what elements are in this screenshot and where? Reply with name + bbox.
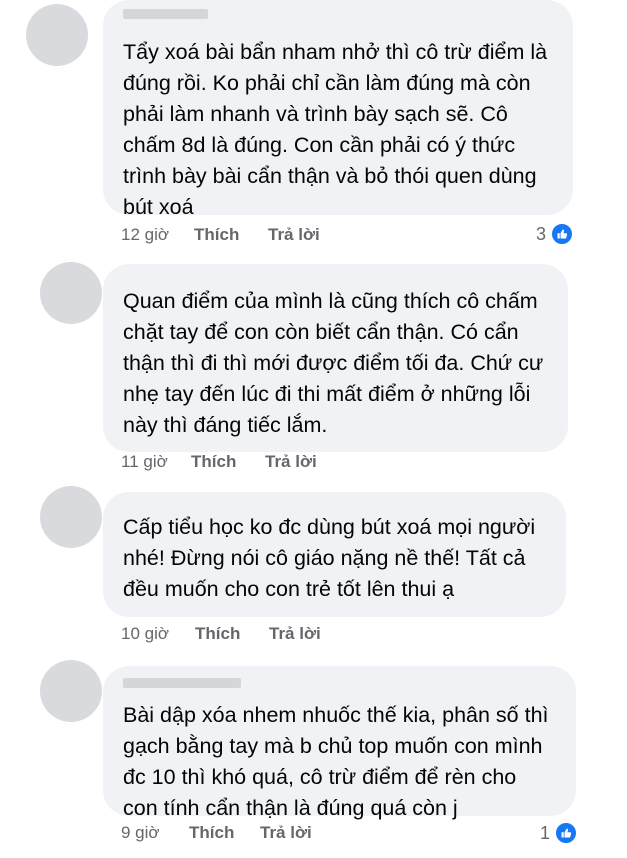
- comment-bubble: Cấp tiểu học ko đc dùng bút xoá mọi ngườ…: [103, 492, 566, 617]
- comment-1: Tẩy xoá bài bẩn nham nhở thì cô trừ điểm…: [0, 0, 627, 250]
- comment-time[interactable]: 9 giờ: [121, 823, 160, 843]
- comment-time[interactable]: 12 giờ: [121, 225, 169, 245]
- author-name[interactable]: [123, 9, 208, 19]
- reaction-summary[interactable]: 3: [536, 221, 575, 247]
- comment-2: Quan điểm của mình là cũng thích cô chấm…: [0, 258, 627, 480]
- reaction-count: 1: [540, 822, 551, 843]
- like-button[interactable]: Thích: [195, 624, 240, 644]
- comment-text: Bài dập xóa nhem nhuốc thế kia, phân số …: [123, 703, 549, 820]
- comment-3: Cấp tiểu học ko đc dùng bút xoá mọi ngườ…: [0, 482, 627, 652]
- author-name[interactable]: [123, 266, 253, 280]
- author-name[interactable]: [123, 678, 241, 688]
- avatar[interactable]: [40, 660, 102, 722]
- like-icon: [554, 821, 579, 845]
- comment-actions: 9 giờ Thích Trả lời: [121, 823, 381, 845]
- comment-bubble: Tẩy xoá bài bẩn nham nhở thì cô trừ điểm…: [103, 0, 573, 219]
- comment-text: Cấp tiểu học ko đc dùng bút xoá mọi ngườ…: [123, 515, 536, 601]
- like-button[interactable]: Thích: [189, 823, 234, 843]
- comment-time[interactable]: 11 giờ: [121, 452, 168, 472]
- comment-text: Tẩy xoá bài bẩn nham nhở thì cô trừ điểm…: [123, 40, 548, 219]
- comment-bubble: Quan điểm của mình là cũng thích cô chấm…: [103, 264, 568, 452]
- reply-button[interactable]: Trả lời: [265, 452, 317, 472]
- comment-actions: 10 giờ Thích Trả lời: [121, 624, 381, 646]
- comment-actions: 11 giờ Thích Trả lời: [121, 452, 381, 474]
- author-name[interactable]: [123, 492, 243, 506]
- reply-button[interactable]: Trả lời: [260, 823, 312, 843]
- reaction-summary[interactable]: 1: [540, 820, 579, 846]
- like-icon: [550, 222, 575, 246]
- comment-bubble: Bài dập xóa nhem nhuốc thế kia, phân số …: [103, 666, 576, 820]
- comment-actions: 12 giờ Thích Trả lời: [121, 225, 381, 247]
- like-button[interactable]: Thích: [191, 452, 236, 472]
- avatar[interactable]: [40, 486, 102, 548]
- reply-button[interactable]: Trả lời: [268, 225, 320, 245]
- avatar[interactable]: [26, 4, 88, 66]
- reply-button[interactable]: Trả lời: [269, 624, 321, 644]
- avatar[interactable]: [40, 262, 102, 324]
- reaction-count: 3: [536, 223, 547, 244]
- comment-text: Quan điểm của mình là cũng thích cô chấm…: [123, 289, 544, 437]
- comment-time[interactable]: 10 giờ: [121, 624, 169, 644]
- like-button[interactable]: Thích: [194, 225, 239, 245]
- comment-4: Bài dập xóa nhem nhuốc thế kia, phân số …: [0, 656, 627, 858]
